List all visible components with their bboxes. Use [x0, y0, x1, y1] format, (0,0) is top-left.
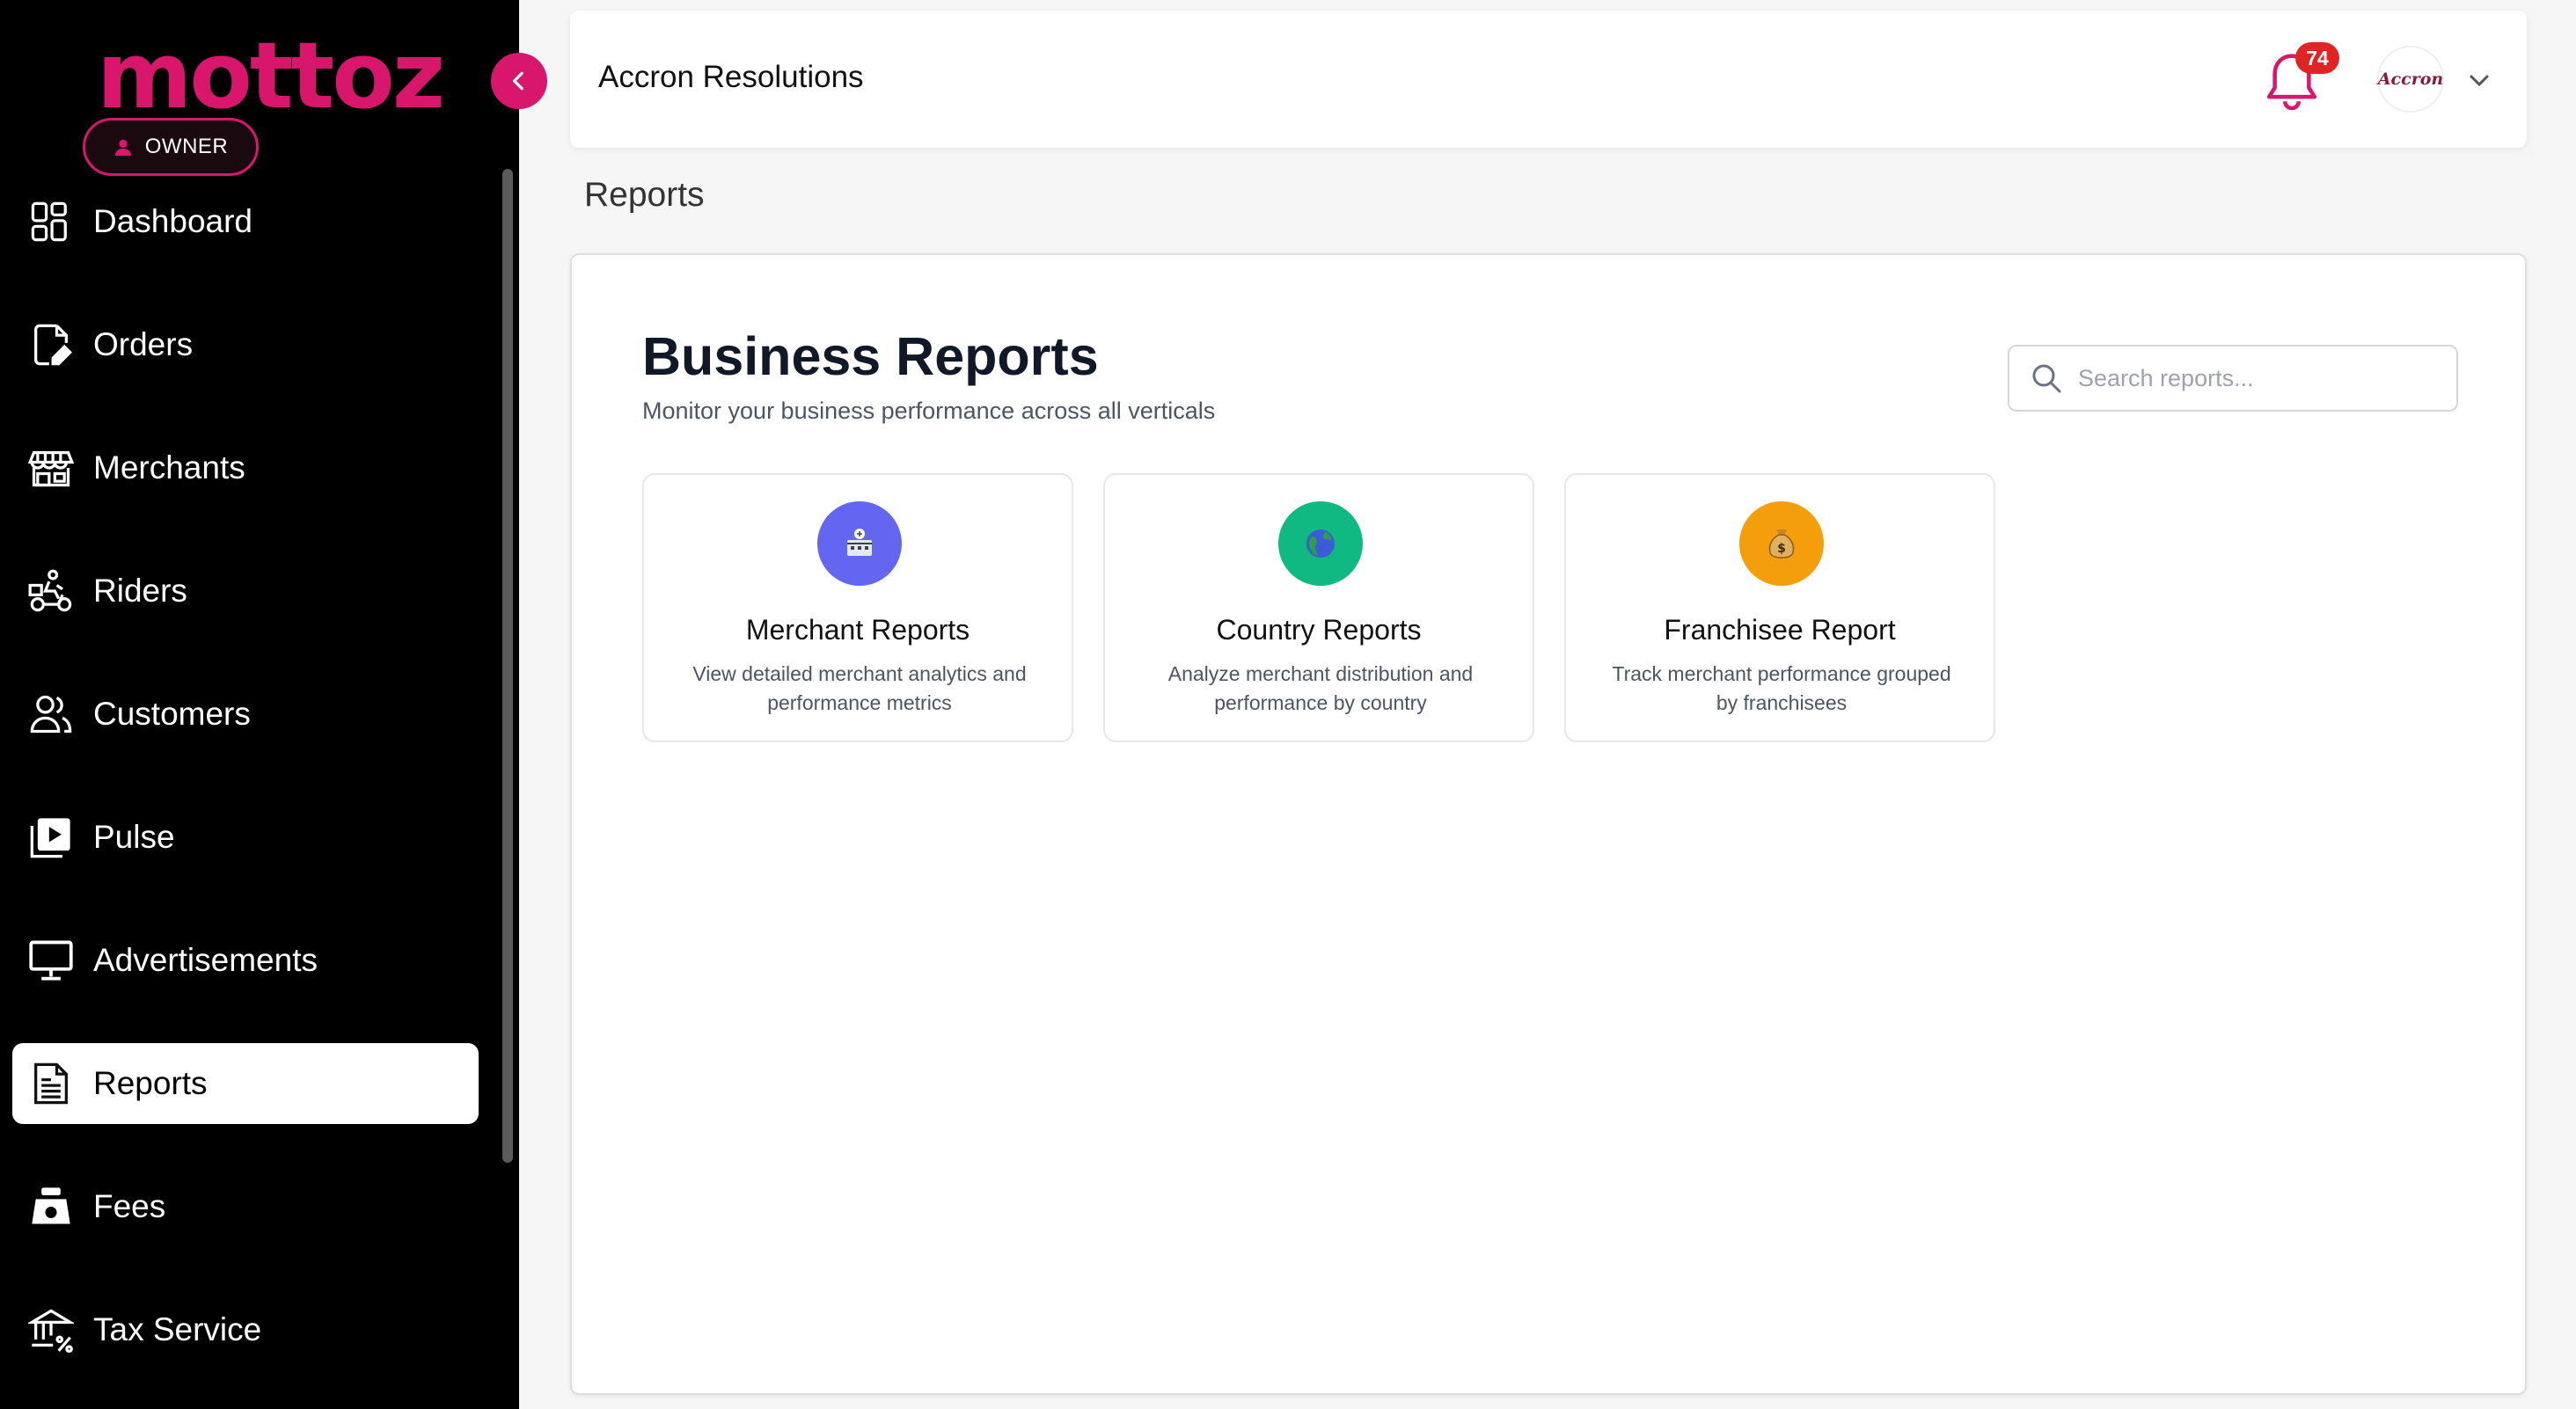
sidebar-item-orders[interactable]: Orders — [12, 304, 479, 385]
card-title: Merchant Reports — [745, 614, 970, 646]
advertisements-icon — [25, 934, 77, 987]
role-badge-label: OWNER — [144, 135, 229, 158]
top-header: Accron Resolutions 74 Accron — [570, 11, 2527, 148]
search-icon — [2032, 364, 2061, 393]
orders-icon — [25, 318, 77, 371]
fees-icon — [25, 1180, 77, 1233]
sidebar-item-dashboard[interactable]: Dashboard — [12, 181, 479, 262]
chevron-left-icon — [512, 71, 523, 91]
card-title: Country Reports — [1216, 614, 1422, 646]
chevron-down-icon[interactable] — [2467, 70, 2492, 90]
country-reports-card[interactable]: Country Reports Analyze merchant distrib… — [1103, 473, 1534, 742]
page-title: Reports — [584, 176, 705, 214]
search-box[interactable] — [2008, 345, 2458, 412]
card-title: Franchisee Report — [1664, 614, 1896, 646]
sidebar-item-label: Dashboard — [93, 203, 253, 239]
sidebar-item-tax-service[interactable]: Tax Service — [12, 1289, 479, 1370]
merchants-icon — [25, 442, 77, 494]
notification-count-badge: 74 — [2295, 42, 2339, 74]
sidebar-item-label: Orders — [93, 326, 194, 362]
franchisee-report-card[interactable]: $ Franchisee Report Track merchant perfo… — [1564, 473, 1995, 742]
avatar[interactable]: Accron — [2377, 46, 2444, 113]
sidebar-item-fees[interactable]: Fees — [12, 1166, 479, 1247]
sidebar-item-label: Riders — [93, 573, 187, 609]
sidebar-item-label: Tax Service — [93, 1311, 262, 1347]
sidebar-item-label: Pulse — [93, 819, 175, 855]
reports-icon — [25, 1057, 77, 1110]
section-subheading: Monitor your business performance across… — [642, 398, 1216, 424]
card-description: Track merchant performance grouped by fr… — [1612, 662, 1951, 714]
svg-text:$: $ — [1777, 542, 1786, 556]
sidebar-item-label: Customers — [93, 696, 251, 732]
search-input[interactable] — [2078, 364, 2430, 392]
sidebar-item-riders[interactable]: Riders — [12, 551, 479, 631]
sidebar-item-advertisements[interactable]: Advertisements — [12, 920, 479, 1001]
pulse-icon — [25, 811, 77, 864]
tax-service-icon — [25, 1303, 77, 1356]
app-logo: mottoz — [97, 22, 445, 129]
globe-icon — [1278, 501, 1363, 586]
section-heading: Business Reports — [642, 326, 1099, 386]
company-name: Accron Resolutions — [598, 60, 864, 94]
merchant-report-icon — [817, 501, 902, 586]
sidebar-scrollbar[interactable] — [502, 169, 513, 1163]
sidebar-item-customers[interactable]: Customers — [12, 674, 479, 755]
sidebar-item-merchants[interactable]: Merchants — [12, 427, 479, 508]
money-bag-icon: $ — [1739, 501, 1824, 586]
sidebar-item-pulse[interactable]: Pulse — [12, 797, 479, 878]
card-description: View detailed merchant analytics and per… — [692, 662, 1027, 714]
sidebar-item-label: Reports — [93, 1065, 208, 1101]
dashboard-icon — [25, 195, 77, 248]
role-badge: OWNER — [83, 118, 259, 176]
user-icon — [114, 139, 131, 157]
sidebar-collapse-button[interactable] — [491, 53, 547, 109]
customers-icon — [25, 688, 77, 741]
sidebar-item-reports[interactable]: Reports — [12, 1043, 479, 1124]
sidebar-item-label: Fees — [93, 1188, 166, 1224]
merchant-reports-card[interactable]: Merchant Reports View detailed merchant … — [642, 473, 1073, 742]
card-description: Analyze merchant distribution and perfor… — [1167, 662, 1474, 714]
reports-panel: Business Reports Monitor your business p… — [570, 253, 2527, 1395]
sidebar-item-label: Advertisements — [93, 942, 318, 978]
sidebar: mottoz OWNER Dashboard Orders Merchants … — [0, 0, 519, 1409]
sidebar-item-label: Merchants — [93, 449, 245, 485]
riders-icon — [25, 565, 77, 617]
